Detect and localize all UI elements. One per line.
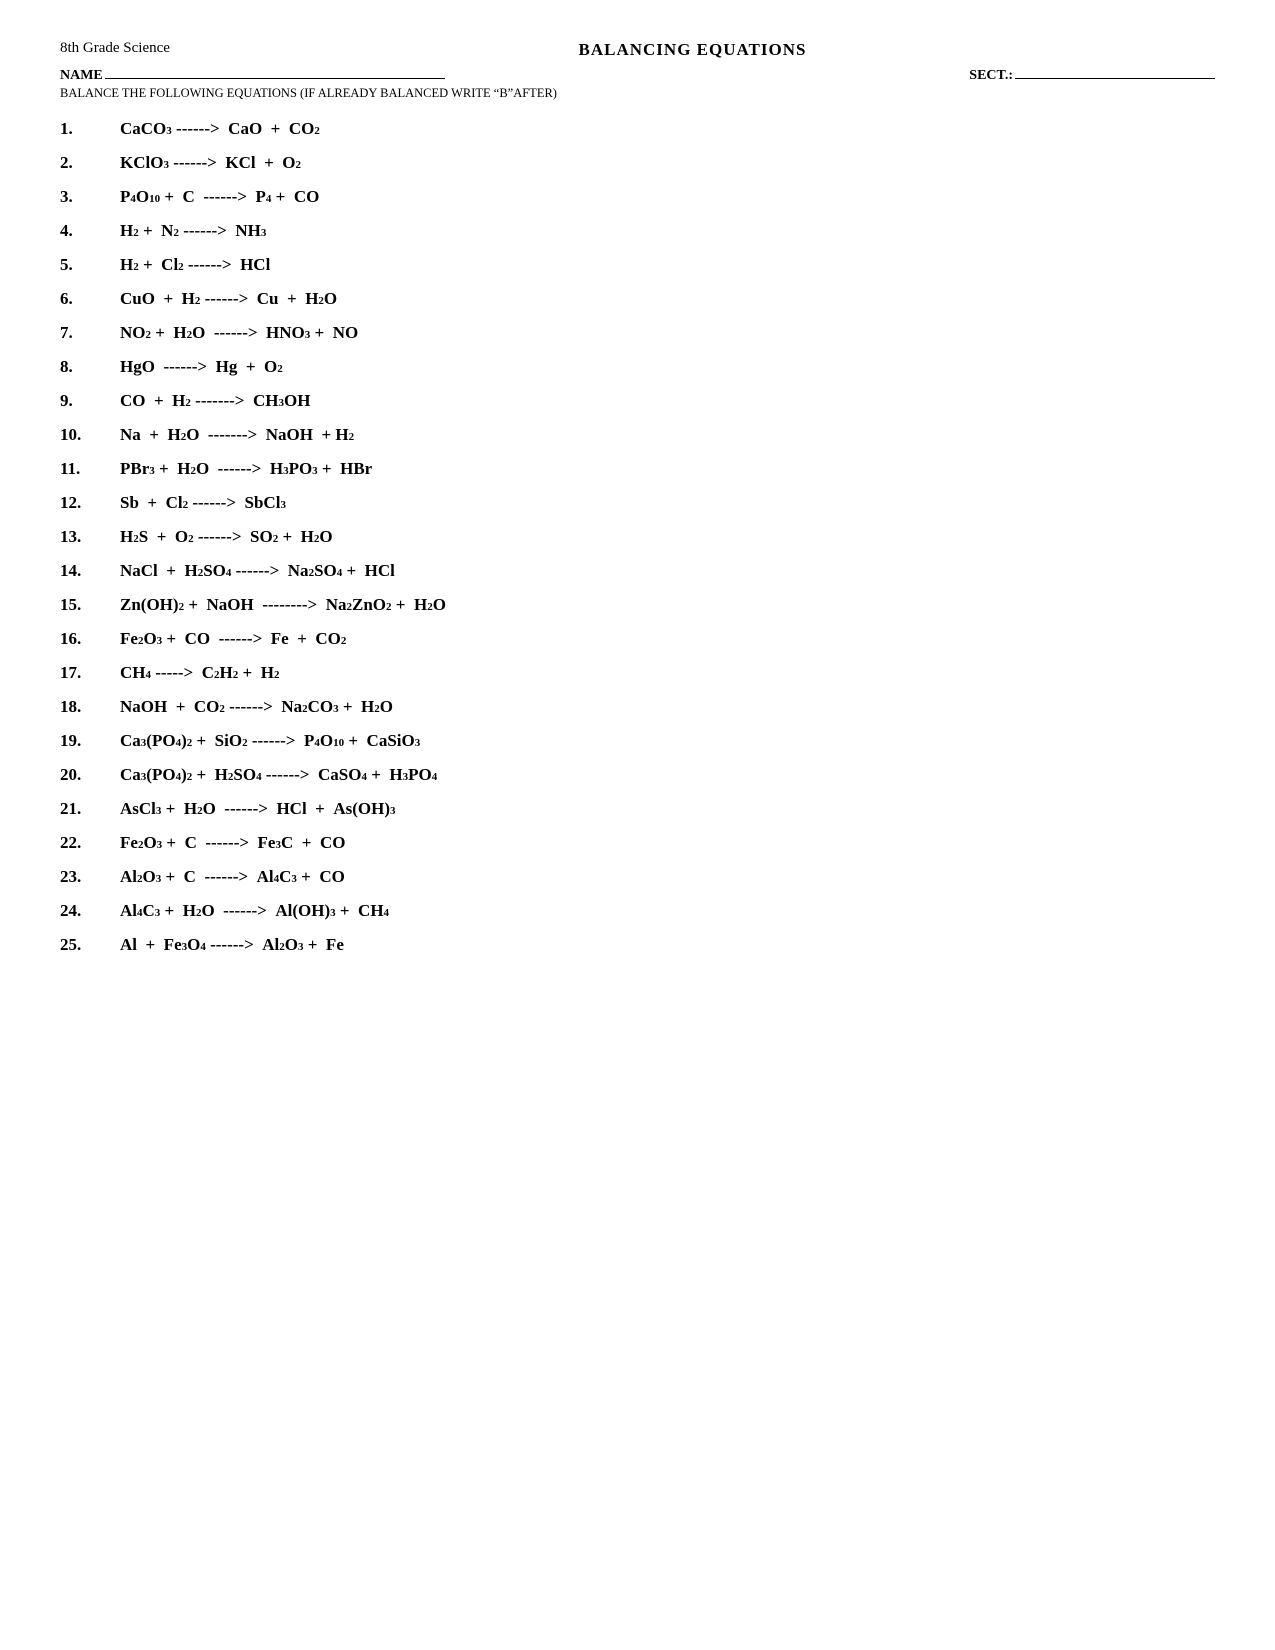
name-field: NAME: [60, 68, 445, 84]
equation-item: 4.H2 + N2 ------> NH3: [60, 221, 1215, 241]
equation-item: 17.CH4 -----> C2H2 + H2: [60, 663, 1215, 683]
equation-item: 5.H2 + Cl2 ------> HCl: [60, 255, 1215, 275]
sect-underline: [1015, 78, 1215, 79]
equation-number: 15.: [60, 595, 120, 615]
equation-number: 12.: [60, 493, 120, 513]
equation-number: 19.: [60, 731, 120, 751]
equation-number: 16.: [60, 629, 120, 649]
equation-number: 7.: [60, 323, 120, 343]
equation-content: CH4 -----> C2H2 + H2: [120, 663, 279, 683]
equation-item: 21.AsCl3 + H2O ------> HCl + As(OH)3: [60, 799, 1215, 819]
equation-content: Al + Fe3O4 ------> Al2O3 + Fe: [120, 935, 344, 955]
equation-content: CO + H2 -------> CH3OH: [120, 391, 310, 411]
equation-item: 19.Ca3(PO4)2 + SiO2 ------> P4O10 + CaSi…: [60, 731, 1215, 751]
equation-item: 6.CuO + H2 ------> Cu + H2O: [60, 289, 1215, 309]
equation-number: 23.: [60, 867, 120, 887]
equation-number: 6.: [60, 289, 120, 309]
equation-content: CaCO3 ------> CaO + CO2: [120, 119, 320, 139]
name-label: NAME: [60, 68, 103, 84]
subject-label: 8th Grade Science: [60, 40, 170, 57]
equation-number: 18.: [60, 697, 120, 717]
equation-content: Na + H2O -------> NaOH + H2: [120, 425, 354, 445]
equation-content: Fe2O3 + C ------> Fe3C + CO: [120, 833, 345, 853]
equation-content: Ca3(PO4)2 + SiO2 ------> P4O10 + CaSiO3: [120, 731, 420, 751]
equation-content: Fe2O3 + CO ------> Fe + CO2: [120, 629, 346, 649]
equation-number: 5.: [60, 255, 120, 275]
equation-number: 24.: [60, 901, 120, 921]
equation-item: 9.CO + H2 -------> CH3OH: [60, 391, 1215, 411]
equation-item: 11.PBr3 + H2O ------> H3PO3 + HBr: [60, 459, 1215, 479]
equation-content: AsCl3 + H2O ------> HCl + As(OH)3: [120, 799, 396, 819]
name-sect-row: NAME SECT.:: [60, 68, 1215, 84]
equation-content: H2 + Cl2 ------> HCl: [120, 255, 270, 275]
equation-number: 20.: [60, 765, 120, 785]
equation-number: 1.: [60, 119, 120, 139]
equation-item: 23.Al2O3 + C ------> Al4C3 + CO: [60, 867, 1215, 887]
equation-number: 10.: [60, 425, 120, 445]
equation-content: H2S + O2 ------> SO2 + H2O: [120, 527, 333, 547]
sect-field: SECT.:: [969, 68, 1215, 84]
equation-number: 9.: [60, 391, 120, 411]
name-underline: [105, 78, 445, 79]
equation-number: 21.: [60, 799, 120, 819]
equation-number: 25.: [60, 935, 120, 955]
equation-content: Sb + Cl2 ------> SbCl3: [120, 493, 286, 513]
equation-list: 1.CaCO3 ------> CaO + CO22.KClO3 ------>…: [60, 119, 1215, 955]
equation-item: 20.Ca3(PO4)2 + H2SO4 ------> CaSO4 + H3P…: [60, 765, 1215, 785]
equation-number: 2.: [60, 153, 120, 173]
equation-content: NaOH + CO2 ------> Na2CO3 + H2O: [120, 697, 393, 717]
equation-content: PBr3 + H2O ------> H3PO3 + HBr: [120, 459, 372, 479]
equation-number: 8.: [60, 357, 120, 377]
equation-item: 2.KClO3 ------> KCl + O2: [60, 153, 1215, 173]
equation-item: 7.NO2 + H2O ------> HNO3 + NO: [60, 323, 1215, 343]
sect-label: SECT.:: [969, 68, 1013, 84]
equation-content: Al4C3 + H2O ------> Al(OH)3 + CH4: [120, 901, 389, 921]
equation-item: 8.HgO ------> Hg + O2: [60, 357, 1215, 377]
equation-number: 4.: [60, 221, 120, 241]
equation-item: 18.NaOH + CO2 ------> Na2CO3 + H2O: [60, 697, 1215, 717]
equation-item: 10.Na + H2O -------> NaOH + H2: [60, 425, 1215, 445]
equation-content: Al2O3 + C ------> Al4C3 + CO: [120, 867, 345, 887]
equation-content: P4O10 + C ------> P4 + CO: [120, 187, 319, 207]
equation-number: 11.: [60, 459, 120, 479]
equation-content: NaCl + H2SO4 ------> Na2SO4 + HCl: [120, 561, 395, 581]
equation-content: NO2 + H2O ------> HNO3 + NO: [120, 323, 358, 343]
equation-item: 13.H2S + O2 ------> SO2 + H2O: [60, 527, 1215, 547]
equation-content: KClO3 ------> KCl + O2: [120, 153, 301, 173]
equation-item: 25.Al + Fe3O4 ------> Al2O3 + Fe: [60, 935, 1215, 955]
equation-item: 1.CaCO3 ------> CaO + CO2: [60, 119, 1215, 139]
equation-content: Zn(OH)2 + NaOH --------> Na2ZnO2 + H2O: [120, 595, 446, 615]
equation-number: 13.: [60, 527, 120, 547]
equation-item: 24.Al4C3 + H2O ------> Al(OH)3 + CH4: [60, 901, 1215, 921]
equation-content: CuO + H2 ------> Cu + H2O: [120, 289, 337, 309]
equation-number: 3.: [60, 187, 120, 207]
equation-content: H2 + N2 ------> NH3: [120, 221, 266, 241]
equation-content: HgO ------> Hg + O2: [120, 357, 283, 377]
equation-item: 14.NaCl + H2SO4 ------> Na2SO4 + HCl: [60, 561, 1215, 581]
instructions: BALANCE THE FOLLOWING EQUATIONS (IF ALRE…: [60, 86, 1215, 101]
equation-number: 14.: [60, 561, 120, 581]
equation-item: 15.Zn(OH)2 + NaOH --------> Na2ZnO2 + H2…: [60, 595, 1215, 615]
equation-item: 22.Fe2O3 + C ------> Fe3C + CO: [60, 833, 1215, 853]
header: 8th Grade Science BALANCING EQUATIONS: [60, 40, 1215, 60]
equation-number: 22.: [60, 833, 120, 853]
equation-item: 16.Fe2O3 + CO ------> Fe + CO2: [60, 629, 1215, 649]
equation-number: 17.: [60, 663, 120, 683]
equation-content: Ca3(PO4)2 + H2SO4 ------> CaSO4 + H3PO4: [120, 765, 437, 785]
page-title: BALANCING EQUATIONS: [170, 40, 1215, 60]
equation-item: 12.Sb + Cl2 ------> SbCl3: [60, 493, 1215, 513]
equation-item: 3.P4O10 + C ------> P4 + CO: [60, 187, 1215, 207]
page: 8th Grade Science BALANCING EQUATIONS NA…: [60, 40, 1215, 955]
